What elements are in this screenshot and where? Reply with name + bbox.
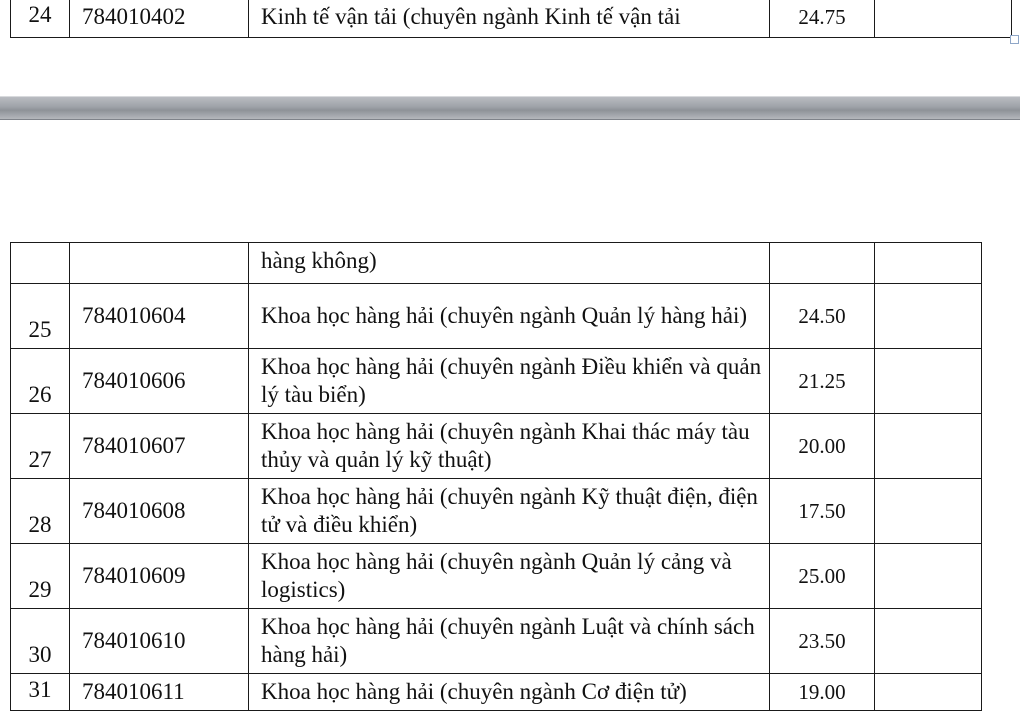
row-number: 30 [10,608,70,674]
row-empty-cell [874,673,982,711]
row-name: Khoa học hàng hải (chuyên ngành Khai thá… [248,413,770,479]
row-number: 24 [10,0,70,38]
row-number: 28 [10,478,70,544]
table-top-page: 24 784010402 Kinh tế vận tải (chuyên ngà… [10,0,1012,38]
row-name: Khoa học hàng hải (chuyên ngành Luật và … [248,608,770,674]
row-name: Khoa học hàng hải (chuyên ngành Kỹ thuật… [248,478,770,544]
row-name: Khoa học hàng hải (chuyên ngành Cơ điện … [248,673,770,711]
table-row: 28 784010608 Khoa học hàng hải (chuyên n… [10,478,982,544]
row-score: 23.50 [769,608,875,674]
row-number: 25 [10,283,70,349]
row-number: 29 [10,543,70,609]
row-score: 21.25 [769,348,875,414]
row-empty-cell [874,543,982,609]
row-score: 17.50 [769,478,875,544]
table-row: hàng không) [10,242,982,284]
row-code: 784010611 [69,673,249,711]
row-name: Kinh tế vận tải (chuyên ngành Kinh tế vậ… [248,0,770,38]
row-code: 784010607 [69,413,249,479]
page-break-separator [0,96,1020,120]
row-empty-cell [874,478,982,544]
row-name: Khoa học hàng hải (chuyên ngành Quản lý … [248,283,770,349]
row-number: 31 [10,673,70,711]
table-row: 30 784010610 Khoa học hàng hải (chuyên n… [10,608,982,674]
row-code: 784010402 [69,0,249,38]
row-code: 784010604 [69,283,249,349]
page-corner-marker [1010,35,1019,44]
row-empty-cell [874,242,982,284]
row-code: 784010610 [69,608,249,674]
row-number [10,242,70,284]
row-score: 24.75 [769,0,875,38]
row-score: 24.50 [769,283,875,349]
row-number: 26 [10,348,70,414]
row-code: 784010606 [69,348,249,414]
row-score [769,242,875,284]
row-name: Khoa học hàng hải (chuyên ngành Điều khi… [248,348,770,414]
table-row: 24 784010402 Kinh tế vận tải (chuyên ngà… [10,0,1012,38]
row-empty-cell [874,348,982,414]
row-code [69,242,249,284]
row-code: 784010608 [69,478,249,544]
row-score: 19.00 [769,673,875,711]
row-name: hàng không) [248,242,770,284]
table-row: 31 784010611 Khoa học hàng hải (chuyên n… [10,673,982,711]
row-score: 20.00 [769,413,875,479]
table-row: 29 784010609 Khoa học hàng hải (chuyên n… [10,543,982,609]
table-row: 26 784010606 Khoa học hàng hải (chuyên n… [10,348,982,414]
row-empty-cell [874,413,982,479]
row-name: Khoa học hàng hải (chuyên ngành Quản lý … [248,543,770,609]
table-row: 27 784010607 Khoa học hàng hải (chuyên n… [10,413,982,479]
row-empty-cell [874,608,982,674]
row-number: 27 [10,413,70,479]
row-empty-cell [874,0,1012,38]
row-empty-cell [874,283,982,349]
row-code: 784010609 [69,543,249,609]
table-bottom-page: hàng không) 25 784010604 Khoa học hàng h… [10,242,982,711]
row-score: 25.00 [769,543,875,609]
table-row: 25 784010604 Khoa học hàng hải (chuyên n… [10,283,982,349]
